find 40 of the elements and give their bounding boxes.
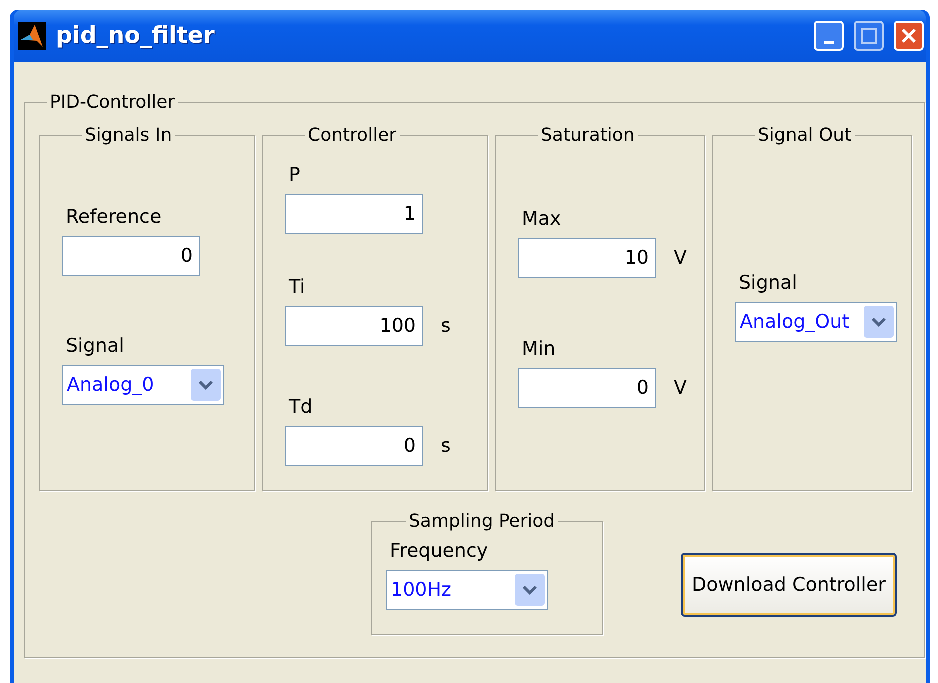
unit-label: V	[674, 247, 687, 269]
field-label: Reference	[66, 206, 163, 228]
value-field[interactable]: 0	[285, 426, 423, 466]
dropdown[interactable]: Analog_0	[62, 365, 224, 405]
maximize-button[interactable]	[854, 21, 884, 51]
field-label: Signal	[739, 272, 798, 294]
window-title: pid_no_filter	[56, 23, 216, 49]
chevron-down-icon	[198, 379, 214, 391]
app-logo-icon	[18, 22, 46, 50]
field-label: P	[289, 164, 302, 186]
value-field[interactable]: 0	[518, 368, 656, 408]
group-title: Signals In	[84, 125, 174, 146]
field-label: Frequency	[390, 540, 490, 562]
unit-label: V	[674, 377, 687, 399]
value-field[interactable]: 1	[285, 194, 423, 234]
field-label: Min	[522, 338, 557, 360]
close-icon	[901, 28, 917, 44]
group-title: Sampling Period	[408, 511, 556, 532]
unit-label: s	[441, 435, 451, 457]
field-label: Max	[522, 208, 562, 230]
download-button[interactable]: Download Controller	[681, 553, 897, 617]
value-field[interactable]: 0	[62, 236, 200, 276]
chevron-down-icon	[871, 316, 887, 328]
field-label: Td	[289, 396, 314, 418]
close-button[interactable]	[894, 21, 924, 51]
dropdown[interactable]: 100Hz	[386, 570, 548, 610]
value-field[interactable]: 10	[518, 238, 656, 278]
minimize-icon	[824, 40, 834, 44]
chevron-down-icon	[522, 584, 538, 596]
maximize-icon	[861, 28, 877, 44]
field-label: Ti	[289, 276, 306, 298]
dropdown[interactable]: Analog_Out	[735, 302, 897, 342]
group-title: Saturation	[540, 125, 636, 146]
value-field[interactable]: 100	[285, 306, 423, 346]
minimize-button[interactable]	[814, 21, 844, 51]
group-title: Signal Out	[757, 125, 853, 146]
unit-label: s	[441, 315, 451, 337]
group-title: Controller	[307, 125, 398, 146]
panel-title: PID-Controller	[49, 92, 176, 113]
field-label: Signal	[66, 335, 126, 357]
